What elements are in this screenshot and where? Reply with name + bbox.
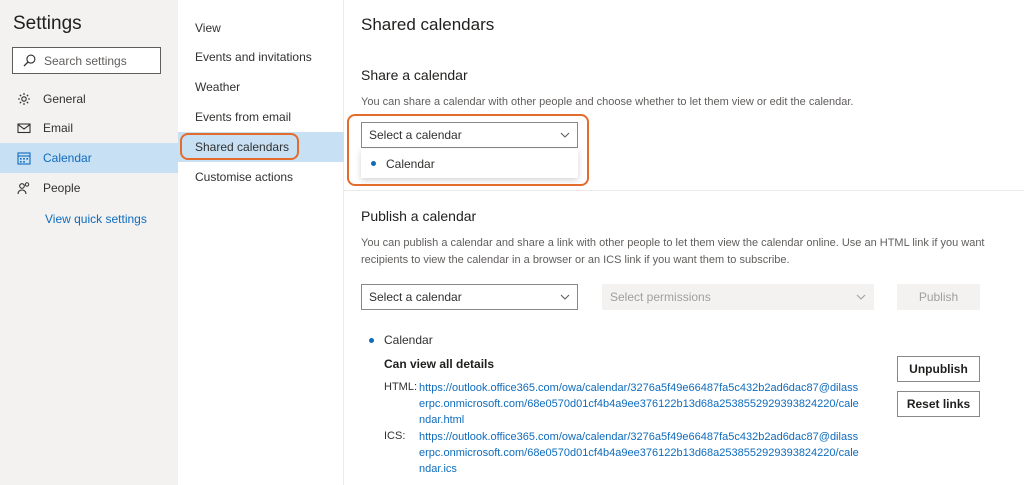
permission-level: Can view all details	[384, 357, 495, 371]
published-calendar-name: Calendar	[384, 333, 433, 347]
dropdown-option-calendar[interactable]: Calendar	[386, 157, 435, 171]
settings-title: Settings	[13, 13, 82, 34]
share-calendar-dropdown[interactable]: Calendar	[361, 149, 578, 178]
publish-calendar-select[interactable]: Select a calendar	[361, 284, 578, 310]
nav-item-label: Calendar	[43, 151, 92, 165]
nav-item-calendar[interactable]: Calendar	[0, 143, 178, 173]
chevron-down-icon	[856, 294, 866, 300]
settings-nav: Settings Search settings General Email C…	[0, 0, 178, 485]
publish-button: Publish	[897, 284, 980, 310]
subnav-item-view[interactable]: View	[178, 13, 344, 43]
search-icon	[23, 54, 36, 67]
calendar-dot-icon	[371, 161, 376, 166]
gear-icon	[17, 92, 31, 106]
people-icon	[17, 181, 31, 195]
subnav-item-shared-calendars[interactable]: Shared calendars	[178, 132, 344, 162]
nav-item-label: People	[43, 181, 81, 195]
ics-link[interactable]: https://outlook.office365.com/owa/calend…	[419, 429, 859, 477]
calendar-subnav: View Events and invitations Weather Even…	[178, 0, 344, 485]
share-calendar-select[interactable]: Select a calendar	[361, 122, 578, 148]
reset-links-button[interactable]: Reset links	[897, 391, 980, 417]
nav-item-label: Email	[43, 121, 74, 135]
publish-select-value: Select a calendar	[369, 290, 462, 304]
permissions-select: Select permissions	[602, 284, 874, 310]
search-placeholder: Search settings	[44, 53, 127, 68]
subnav-item-weather[interactable]: Weather	[178, 72, 344, 102]
subnav-item-customise-actions[interactable]: Customise actions	[178, 162, 344, 192]
html-link-label: HTML:	[384, 381, 417, 393]
nav-item-general[interactable]: General	[0, 84, 178, 114]
publish-description: You can publish a calendar and share a l…	[361, 237, 985, 266]
main-panel: Shared calendars Share a calendar You ca…	[344, 0, 1024, 485]
share-select-value: Select a calendar	[369, 128, 462, 142]
search-input[interactable]: Search settings	[12, 47, 161, 74]
mail-icon	[17, 121, 31, 135]
subnav-item-events-and-invitations[interactable]: Events and invitations	[178, 42, 344, 72]
share-heading: Share a calendar	[361, 67, 468, 83]
publish-heading: Publish a calendar	[361, 208, 477, 224]
ics-link-label: ICS:	[384, 430, 406, 442]
html-link[interactable]: https://outlook.office365.com/owa/calend…	[419, 380, 859, 428]
subnav-item-events-from-email[interactable]: Events from email	[178, 102, 344, 132]
nav-item-email[interactable]: Email	[0, 113, 178, 143]
unpublish-button[interactable]: Unpublish	[897, 356, 980, 382]
page-title: Shared calendars	[361, 15, 495, 34]
view-quick-settings-link[interactable]: View quick settings	[45, 212, 147, 226]
calendar-dot-icon	[369, 337, 374, 343]
chevron-down-icon	[560, 294, 570, 300]
permissions-select-value: Select permissions	[610, 290, 711, 304]
nav-item-people[interactable]: People	[0, 173, 178, 203]
nav-item-label: General	[43, 92, 86, 106]
published-calendar: Calendar	[369, 333, 433, 347]
section-divider	[344, 190, 1024, 191]
chevron-down-icon	[560, 132, 570, 138]
calendar-icon	[17, 151, 31, 165]
share-description: You can share a calendar with other peop…	[361, 96, 854, 108]
